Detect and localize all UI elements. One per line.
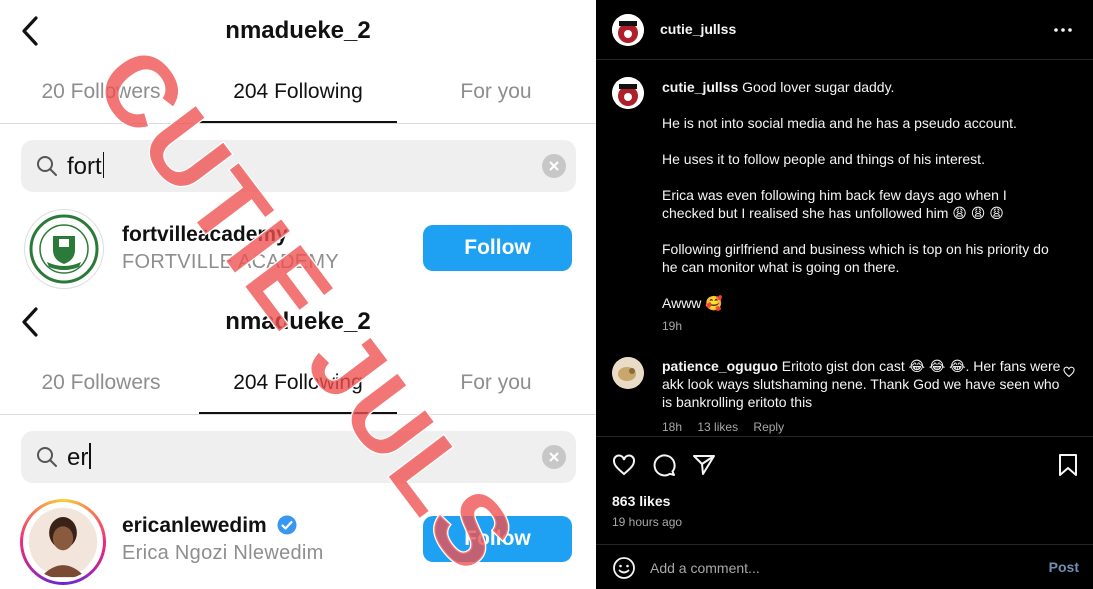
instagram-post-panel: cutie_jullss cutie_jullss Good lover sug…	[596, 0, 1093, 589]
tab-followers[interactable]: 20 Followers	[2, 80, 200, 104]
comment-reply-link[interactable]: Reply	[753, 420, 784, 434]
comment-bubble-icon[interactable]	[652, 453, 676, 477]
tab-following[interactable]: 204 Following	[199, 371, 397, 395]
search-result-row[interactable]: ericanlewedim Erica Ngozi Nlewedim Follo…	[0, 496, 596, 585]
profile-username-title: nmadueke_2	[225, 17, 371, 44]
verified-badge-icon	[277, 515, 297, 535]
post-author-username[interactable]: cutie_jullss	[660, 21, 736, 37]
search-query: er	[67, 443, 91, 472]
tab-followers[interactable]: 20 Followers	[2, 371, 200, 395]
caption-author-username[interactable]: cutie_jullss	[662, 79, 738, 95]
comment: patience_oguguo Eritoto gist don cast 😂 …	[662, 357, 1062, 411]
result-username[interactable]: fortvilleacademy	[122, 223, 288, 247]
profile-photo[interactable]	[20, 499, 106, 585]
more-options-icon[interactable]	[1053, 20, 1073, 40]
tab-following[interactable]: 204 Following	[199, 80, 397, 104]
caption-line: He uses it to follow people and things o…	[662, 151, 985, 167]
author-avatar[interactable]	[612, 14, 644, 46]
post-actions: 863 likes 19 hours ago	[596, 436, 1093, 544]
active-tab-indicator	[199, 121, 397, 123]
result-username[interactable]: ericanlewedim	[122, 514, 297, 538]
top-bar: nmadueke_2	[0, 0, 596, 62]
add-comment-input[interactable]	[650, 557, 1030, 579]
save-bookmark-icon[interactable]	[1056, 453, 1080, 477]
follow-tabs: 20 Followers 204 Following For you	[0, 363, 596, 415]
emoji-icon[interactable]	[612, 556, 636, 580]
search-input[interactable]: er	[21, 431, 576, 483]
comment-author-username[interactable]: patience_oguguo	[662, 358, 778, 374]
result-full-name: Erica Ngozi Nlewedim	[122, 542, 324, 564]
search-query: fort	[67, 152, 105, 181]
share-send-icon[interactable]	[692, 453, 716, 477]
post-caption: cutie_jullss Good lover sugar daddy. He …	[662, 78, 1062, 330]
post-header: cutie_jullss	[596, 0, 1093, 60]
result-full-name: FORTVILLE ACADEMY	[122, 251, 340, 273]
caption-timestamp: 19h	[662, 319, 683, 333]
school-crest-icon[interactable]	[24, 209, 104, 289]
comment-timestamp: 18h	[662, 420, 683, 434]
caption-line: Good lover sugar daddy.	[742, 79, 895, 95]
comment-meta: 18h 13 likes Reply	[662, 420, 796, 434]
search-input[interactable]: fort	[21, 140, 576, 192]
likes-count[interactable]: 863 likes	[612, 493, 670, 509]
follow-button[interactable]: Follow	[423, 225, 572, 271]
search-icon	[37, 447, 57, 467]
active-tab-indicator	[199, 412, 397, 414]
composite-screenshot: nmadueke_2 20 Followers 204 Following Fo…	[0, 0, 596, 589]
top-bar: nmadueke_2	[0, 291, 596, 353]
follow-tabs: 20 Followers 204 Following For you	[0, 72, 596, 124]
comment-likes[interactable]: 13 likes	[697, 420, 738, 434]
search-result-row[interactable]: fortvilleacademy FORTVILLE ACADEMY Follo…	[0, 205, 596, 290]
caption-line: Erica was even following him back few da…	[662, 187, 1007, 221]
post-timestamp: 19 hours ago	[612, 515, 683, 529]
tab-for-you[interactable]: For you	[397, 80, 595, 104]
profile-username-title: nmadueke_2	[225, 308, 371, 335]
comment-like-heart-icon[interactable]	[1063, 366, 1075, 378]
clear-search-icon[interactable]	[542, 445, 566, 469]
tab-for-you[interactable]: For you	[397, 371, 595, 395]
follow-button[interactable]: Follow	[423, 516, 572, 562]
caption-line: Following girlfriend and business which …	[662, 241, 1049, 275]
post-comment-button[interactable]: Post	[1049, 559, 1079, 575]
caption-line: Awww 🥰	[662, 295, 723, 311]
add-comment-bar: Post	[596, 544, 1093, 589]
following-search-screen-1: nmadueke_2 20 Followers 204 Following Fo…	[0, 0, 596, 290]
commenter-avatar[interactable]	[612, 357, 644, 389]
clear-search-icon[interactable]	[542, 154, 566, 178]
caption-author-avatar[interactable]	[612, 77, 644, 109]
like-heart-icon[interactable]	[612, 453, 636, 477]
caption-line: He is not into social media and he has a…	[662, 115, 1017, 131]
search-icon	[37, 156, 57, 176]
following-search-screen-2: nmadueke_2 20 Followers 204 Following Fo…	[0, 291, 596, 585]
